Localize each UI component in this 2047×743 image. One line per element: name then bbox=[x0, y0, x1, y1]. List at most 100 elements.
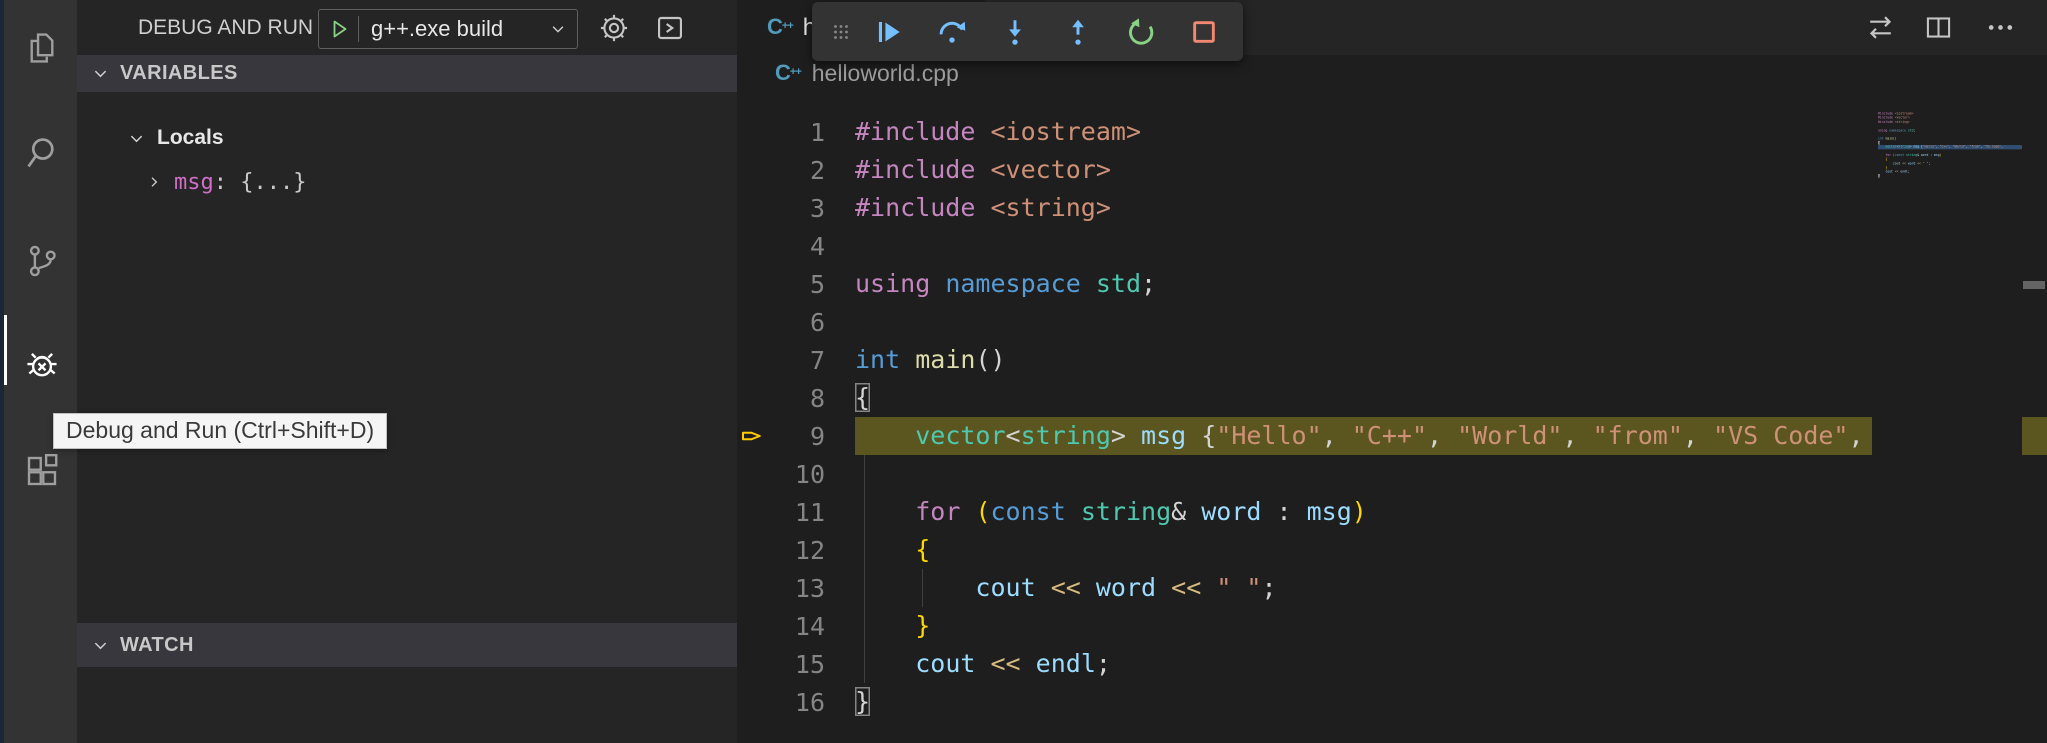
editor-group: C++ helloworld.cpp C++ helloworld.cpp 1#… bbox=[737, 0, 2047, 743]
line-number[interactable]: 6 bbox=[737, 308, 855, 337]
variable-name: msg bbox=[174, 170, 214, 195]
variable-row-msg[interactable]: msg: {...} bbox=[77, 160, 737, 204]
source-control-icon bbox=[23, 242, 61, 280]
code-line-15[interactable]: 15 cout << endl; bbox=[737, 645, 2047, 683]
gripper-icon[interactable] bbox=[829, 20, 853, 44]
line-number[interactable]: 16 bbox=[737, 688, 855, 717]
code-line-14[interactable]: 14 } bbox=[737, 607, 2047, 645]
code-line-5[interactable]: 5using namespace std; bbox=[737, 265, 2047, 303]
chevron-down-icon bbox=[127, 129, 146, 148]
watch-section-title: WATCH bbox=[120, 634, 194, 657]
code-line-11[interactable]: 11 for (const string& word : msg) bbox=[737, 493, 2047, 531]
restart-button[interactable] bbox=[1121, 12, 1161, 52]
variables-list: msg: {...} bbox=[77, 160, 737, 204]
line-number[interactable]: 5 bbox=[737, 270, 855, 299]
line-number[interactable]: 4 bbox=[737, 232, 855, 261]
continue-icon bbox=[873, 16, 905, 48]
settings-button[interactable] bbox=[598, 12, 630, 44]
code-line-3[interactable]: 3#include <string> bbox=[737, 189, 2047, 227]
cpp-file-icon: C++ bbox=[767, 16, 793, 39]
line-number[interactable]: 10 bbox=[737, 460, 855, 489]
start-debugging-play-icon[interactable] bbox=[327, 17, 351, 41]
minimap-line-9: vector<string> msg {"Hello", "C++", "Wor… bbox=[1878, 145, 2022, 149]
indent-guide bbox=[864, 455, 865, 683]
debug-current-line-arrow-icon bbox=[741, 428, 764, 444]
code-text: #include <string> bbox=[855, 189, 2047, 227]
debug-console-button[interactable] bbox=[654, 12, 686, 44]
line-number[interactable]: 7 bbox=[737, 346, 855, 375]
debug-toolbar bbox=[812, 2, 1243, 61]
step-into-button[interactable] bbox=[995, 12, 1035, 52]
chevron-down-icon bbox=[91, 64, 110, 83]
code-line-13[interactable]: 13 cout << word << " "; bbox=[737, 569, 2047, 607]
activity-item-run-and-debug[interactable] bbox=[23, 345, 61, 383]
debug-sidebar: DEBUG AND RUN g++.exe build VARIABLES Lo… bbox=[77, 0, 737, 743]
code-text bbox=[855, 227, 2047, 265]
stop-icon bbox=[1188, 16, 1220, 48]
line-number[interactable]: 12 bbox=[737, 536, 855, 565]
code-line-9[interactable]: 9 vector<string> msg {"Hello", "C++", "W… bbox=[737, 417, 2047, 455]
step-into-icon bbox=[999, 16, 1031, 48]
activity-item-explorer[interactable] bbox=[23, 29, 61, 67]
cpp-file-icon: C++ bbox=[775, 62, 801, 85]
console-toggle-icon bbox=[654, 12, 686, 44]
code-line-6[interactable]: 6 bbox=[737, 303, 2047, 341]
code-line-4[interactable]: 4 bbox=[737, 227, 2047, 265]
files-icon bbox=[23, 29, 61, 67]
line-number[interactable]: 15 bbox=[737, 650, 855, 679]
minimap[interactable]: #include <iostream>#include <vector>#inc… bbox=[1872, 92, 2022, 743]
split-editor-button[interactable] bbox=[1923, 12, 1954, 43]
activity-bar bbox=[4, 0, 77, 743]
code-line-10[interactable]: 10 bbox=[737, 455, 2047, 493]
code-text: int main() bbox=[855, 341, 2047, 379]
line-number[interactable]: 11 bbox=[737, 498, 855, 527]
continue-button[interactable] bbox=[869, 12, 909, 52]
code-line-7[interactable]: 7int main() bbox=[737, 341, 2047, 379]
line-number[interactable]: 14 bbox=[737, 612, 855, 641]
code-line-8[interactable]: 8{ bbox=[737, 379, 2047, 417]
restart-icon bbox=[1125, 16, 1157, 48]
launch-config-label: g++.exe build bbox=[359, 16, 549, 42]
scrollbar-thumb[interactable] bbox=[2023, 281, 2045, 289]
code-text: { bbox=[855, 379, 2047, 417]
stop-button[interactable] bbox=[1184, 12, 1224, 52]
code-text: cout << endl; bbox=[855, 645, 2047, 683]
line-number[interactable]: 8 bbox=[737, 384, 855, 413]
code-text: for (const string& word : msg) bbox=[855, 493, 2047, 531]
code-line-12[interactable]: 12 { bbox=[737, 531, 2047, 569]
line-number[interactable]: 13 bbox=[737, 574, 855, 603]
active-view-indicator bbox=[4, 315, 7, 385]
sidebar-header: DEBUG AND RUN g++.exe build bbox=[77, 0, 737, 55]
scrollbar[interactable] bbox=[2022, 92, 2047, 743]
sidebar-title: DEBUG AND RUN bbox=[138, 0, 313, 55]
launch-config-picker[interactable]: g++.exe build bbox=[318, 9, 578, 49]
activity-item-search[interactable] bbox=[23, 134, 61, 172]
more-actions-button[interactable] bbox=[1985, 12, 2016, 43]
minimap-line-16: } bbox=[1878, 174, 2022, 178]
code-line-2[interactable]: 2#include <vector> bbox=[737, 151, 2047, 189]
code-text bbox=[855, 303, 2047, 341]
locals-label: Locals bbox=[157, 126, 224, 150]
code-text: { bbox=[855, 531, 2047, 569]
minimap-content: #include <iostream>#include <vector>#inc… bbox=[1878, 112, 2022, 178]
arrow-swap-icon bbox=[1865, 12, 1896, 43]
switch-changes-button[interactable] bbox=[1865, 12, 1896, 43]
code-line-1[interactable]: 1#include <iostream> bbox=[737, 113, 2047, 151]
locals-scope-row[interactable]: Locals bbox=[77, 116, 737, 160]
line-number[interactable]: 1 bbox=[737, 118, 855, 147]
watch-section-header[interactable]: WATCH bbox=[77, 623, 737, 667]
chevron-right-icon bbox=[146, 174, 162, 190]
code-text: } bbox=[855, 607, 2047, 645]
code-line-16[interactable]: 16} bbox=[737, 683, 2047, 721]
search-icon bbox=[23, 134, 61, 172]
ellipsis-icon bbox=[1985, 12, 2016, 43]
line-number[interactable]: 3 bbox=[737, 194, 855, 223]
activity-item-extensions[interactable] bbox=[23, 452, 61, 490]
debug-icon bbox=[23, 345, 61, 383]
code-text: #include <vector> bbox=[855, 151, 2047, 189]
line-number[interactable]: 2 bbox=[737, 156, 855, 185]
step-out-button[interactable] bbox=[1058, 12, 1098, 52]
variables-section-header[interactable]: VARIABLES bbox=[77, 55, 737, 92]
activity-item-source-control[interactable] bbox=[23, 242, 61, 280]
step-over-button[interactable] bbox=[932, 12, 972, 52]
